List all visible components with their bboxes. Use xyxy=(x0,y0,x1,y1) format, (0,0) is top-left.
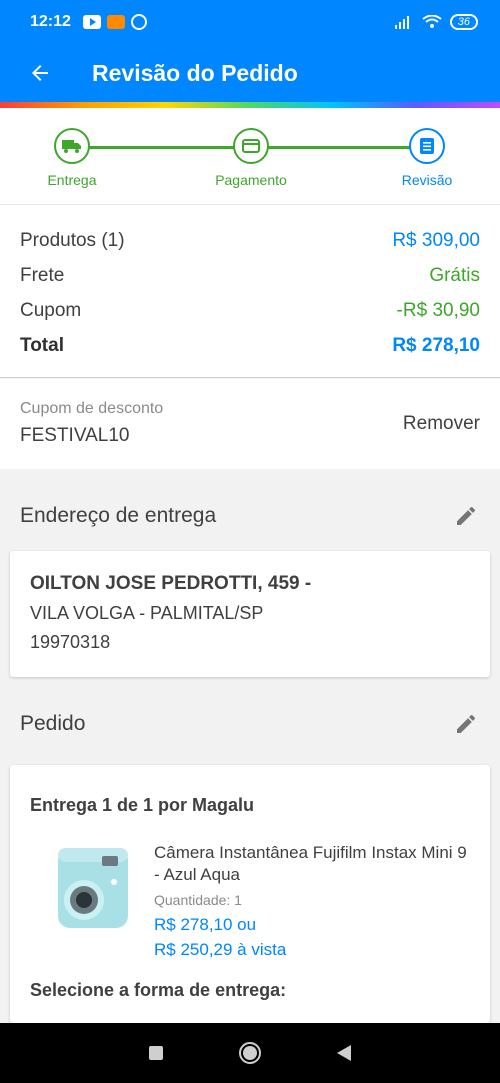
address-district-city: VILA VOLGA - PALMITAL/SP xyxy=(30,603,264,623)
review-list-icon xyxy=(420,138,434,154)
total-value: R$ 278,10 xyxy=(392,334,480,356)
status-time: 12:12 xyxy=(30,13,71,30)
summary-row-total: Total R$ 278,10 xyxy=(20,328,480,363)
signal-icon xyxy=(394,16,409,29)
step-label: Revisão xyxy=(401,172,453,188)
whatsapp-notification-icon xyxy=(130,14,147,30)
pencil-icon xyxy=(457,506,475,525)
address-card: OILTON JOSE PEDROTTI, 459 - VILA VOLGA -… xyxy=(10,551,490,677)
arrow-back-icon xyxy=(32,65,48,81)
coupon-section: Cupom de desconto FESTIVAL10 Remover xyxy=(0,379,500,469)
card-icon xyxy=(242,139,260,153)
page-title: Revisão do Pedido xyxy=(92,59,298,86)
order-card: Entrega 1 de 1 por Magalu Câmera Instant… xyxy=(10,765,490,1023)
address-section-header: Endereço de entrega xyxy=(0,491,500,541)
back-button[interactable] xyxy=(0,44,80,102)
summary-row-shipping: Frete Grátis xyxy=(20,258,480,293)
step-label: Entrega xyxy=(47,172,97,188)
order-section-title: Pedido xyxy=(20,712,86,735)
products-label: Produtos (1) xyxy=(20,229,125,251)
app-bar: Revisão do Pedido xyxy=(0,44,500,102)
battery-indicator: 36 xyxy=(449,14,478,30)
app-notification-icon xyxy=(106,15,125,29)
shipping-value: Grátis xyxy=(429,264,480,286)
coupon-row-label: Cupom xyxy=(20,299,82,321)
remove-coupon-button[interactable]: Remover xyxy=(403,413,480,435)
youtube-notification-icon xyxy=(82,15,101,29)
product-image xyxy=(30,842,154,952)
step-revisao: Revisão xyxy=(367,128,487,188)
system-back-button[interactable] xyxy=(337,1045,351,1061)
summary-row-products: Produtos (1) R$ 309,00 xyxy=(20,223,480,258)
home-icon xyxy=(243,1046,257,1060)
delivery-info: Entrega 1 de 1 por Magalu xyxy=(30,795,255,815)
product-item: Câmera Instantânea Fujifilm Instax Mini … xyxy=(30,842,470,962)
edit-address-button[interactable] xyxy=(452,502,480,530)
step-entrega: Entrega xyxy=(12,128,132,188)
total-label: Total xyxy=(20,334,64,356)
recents-button[interactable] xyxy=(149,1046,163,1060)
pencil-icon xyxy=(457,714,475,733)
address-section-title: Endereço de entrega xyxy=(20,504,217,527)
product-price-cash: R$ 250,29 à vista xyxy=(154,940,287,959)
products-value: R$ 309,00 xyxy=(392,229,480,251)
select-delivery-heading: Selecione a forma de entrega: xyxy=(30,980,287,1000)
product-price-installment: R$ 278,10 ou xyxy=(154,915,257,934)
instant-camera-image xyxy=(58,848,128,928)
product-name: Câmera Instantânea Fujifilm Instax Mini … xyxy=(154,843,467,884)
product-quantity: Quantidade: 1 xyxy=(154,892,242,908)
product-info: Câmera Instantânea Fujifilm Instax Mini … xyxy=(154,842,470,962)
shipping-label: Frete xyxy=(20,264,65,286)
edit-order-button[interactable] xyxy=(452,710,480,738)
status-bar: 12:12 36 xyxy=(0,0,500,44)
address-zip: 19970318 xyxy=(30,632,111,652)
order-summary: Produtos (1) R$ 309,00 Frete Grátis Cupo… xyxy=(0,204,500,378)
system-nav-bar xyxy=(0,1023,500,1083)
step-pagamento: Pagamento xyxy=(191,128,311,188)
address-street: OILTON JOSE PEDROTTI, 459 - xyxy=(30,573,312,594)
step-label: Pagamento xyxy=(215,172,287,188)
home-button[interactable] xyxy=(239,1042,261,1064)
checkout-stepper: Entrega Pagamento Revisão xyxy=(0,108,500,204)
truck-icon xyxy=(62,140,81,153)
order-section-header: Pedido xyxy=(0,699,500,749)
summary-row-coupon: Cupom -R$ 30,90 xyxy=(20,293,480,328)
wifi-icon xyxy=(422,15,442,28)
coupon-row-value: -R$ 30,90 xyxy=(396,299,480,321)
